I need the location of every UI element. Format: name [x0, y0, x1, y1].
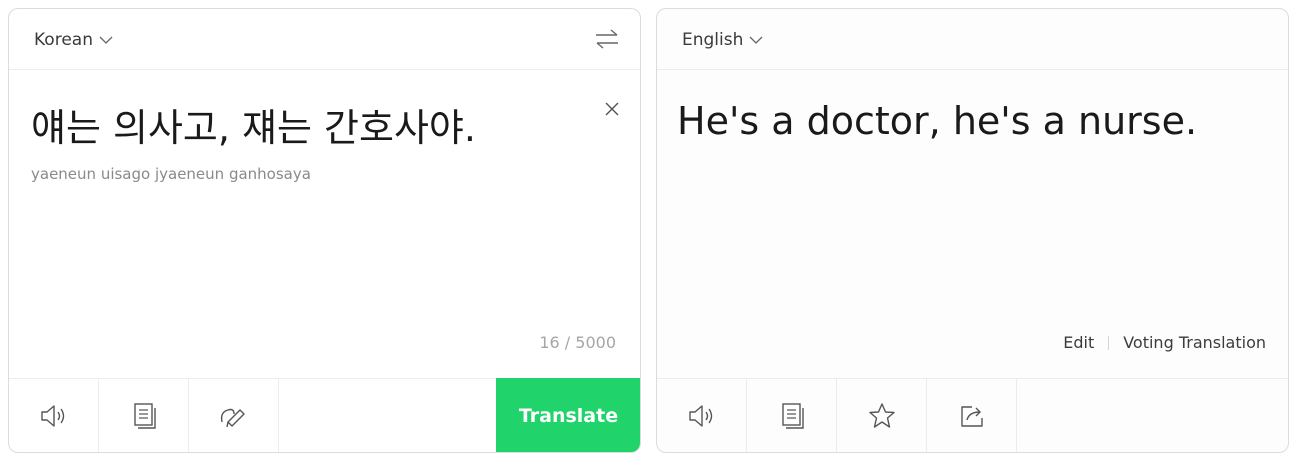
source-text-input[interactable]: 얘는 의사고, 쟤는 간호사야. — [31, 97, 476, 152]
copy-icon — [133, 402, 156, 429]
character-count: 16 / 5000 — [539, 333, 616, 352]
speaker-icon — [40, 404, 64, 427]
translation-result-text: He's a doctor, he's a nurse. — [677, 99, 1198, 143]
target-toolbar — [657, 378, 1288, 452]
listen-target-button[interactable] — [657, 379, 747, 452]
divider — [1108, 335, 1110, 350]
copy-source-button[interactable] — [99, 379, 189, 452]
close-icon[interactable] — [604, 101, 620, 117]
favorite-button[interactable] — [837, 379, 927, 452]
speaker-icon — [688, 404, 712, 427]
chevron-down-icon — [749, 36, 763, 44]
swap-arrows-icon[interactable] — [594, 28, 620, 50]
target-panel: English He's a doctor, he's a nurse. Edi… — [656, 8, 1289, 453]
copy-target-button[interactable] — [747, 379, 837, 452]
share-icon — [960, 405, 983, 427]
star-icon — [868, 402, 895, 428]
pen-icon — [220, 408, 245, 427]
copy-icon — [781, 402, 804, 429]
target-language-select[interactable]: English — [682, 28, 763, 52]
chevron-down-icon — [99, 36, 113, 44]
listen-source-button[interactable] — [9, 379, 99, 452]
edit-button[interactable]: Edit — [1063, 333, 1094, 352]
source-panel: Korean 얘는 의사고, 쟤는 간호사야. yaeneun uisago j… — [8, 8, 641, 453]
romanization-text: yaeneun uisago jyaeneun ganhosaya — [31, 165, 311, 183]
voting-translation-button[interactable]: Voting Translation — [1123, 333, 1266, 352]
source-panel-header: Korean — [9, 9, 640, 70]
translate-button[interactable]: Translate — [496, 378, 640, 452]
target-language-label: English — [682, 30, 744, 50]
source-language-select[interactable]: Korean — [34, 28, 113, 52]
result-actions: Edit Voting Translation — [1063, 333, 1266, 352]
source-toolbar: Translate — [9, 378, 640, 452]
share-button[interactable] — [927, 379, 1017, 452]
target-panel-header: English — [657, 9, 1288, 70]
source-language-label: Korean — [34, 30, 93, 50]
handwriting-button[interactable] — [189, 379, 279, 452]
